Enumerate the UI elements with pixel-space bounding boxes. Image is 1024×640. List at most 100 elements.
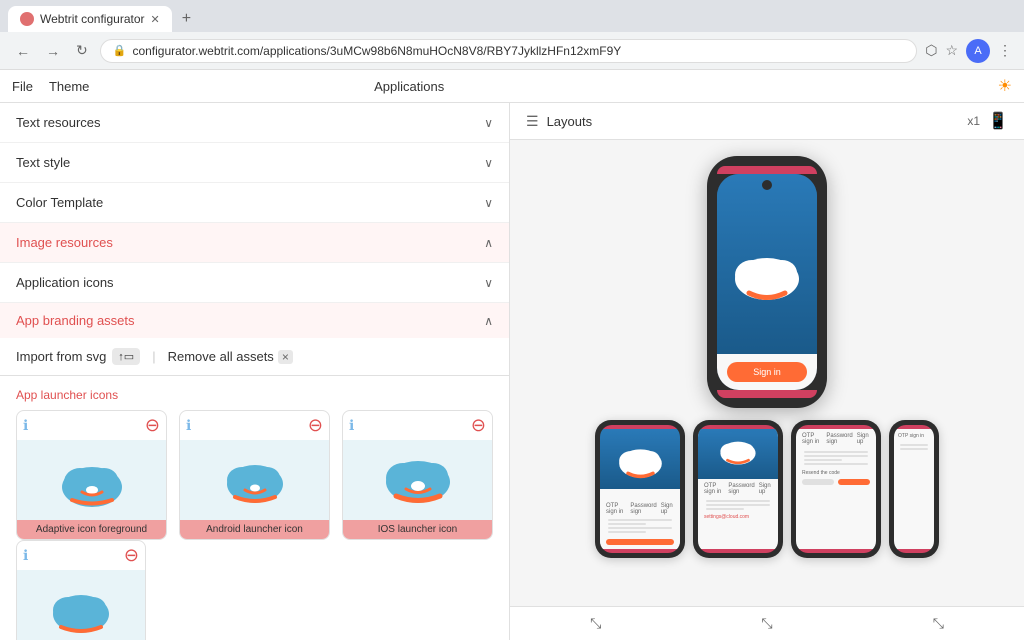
sp1-bottom <box>600 549 680 553</box>
theme-menu[interactable]: Theme <box>49 79 89 94</box>
android-icon-card: ℹ ⊖ Android launcher icon <box>179 410 330 540</box>
adaptive-icon-card: ℹ ⊖ Adaptive icon foreground <box>16 410 167 540</box>
star-icon[interactable]: ☆ <box>945 42 958 59</box>
theme-toggle-button[interactable]: ☀ <box>998 76 1012 96</box>
application-icons-section[interactable]: Application icons ∨ <box>0 263 509 303</box>
app-title: Applications <box>374 79 444 94</box>
phone-border-top <box>717 166 817 174</box>
application-icons-chevron: ∨ <box>484 276 493 290</box>
sp3-tab-password: Password sign <box>826 433 852 445</box>
text-resources-label: Text resources <box>16 115 101 130</box>
android-icon-image <box>180 440 329 520</box>
small-phone-2: OTP sign in Password sign Sign up <box>693 420 783 558</box>
sp1-line1 <box>608 519 672 521</box>
phone-display: Sign in <box>510 140 1024 606</box>
cast-icon[interactable]: ⬡ <box>925 42 937 59</box>
color-template-chevron: ∨ <box>484 196 493 210</box>
app-menubar: File Theme Applications ☀ <box>0 70 1024 103</box>
small-phone-4-inner: OTP sign in <box>894 425 934 553</box>
browser-chrome: Webtrit configurator ✕ + ← → ↻ 🔒 configu… <box>0 0 1024 70</box>
bottom-icons-bar: ⤡ ⤡ ⤡ <box>510 606 1024 640</box>
file-menu[interactable]: File <box>12 79 33 94</box>
main-phone: Sign in <box>707 156 827 408</box>
left-panel: Text resources ∨ Text style ∨ Color Temp… <box>0 103 510 640</box>
lock-icon: 🔒 <box>113 44 127 57</box>
remove-android-button[interactable]: ⊖ <box>308 415 323 436</box>
small-phone-2-inner: OTP sign in Password sign Sign up <box>698 425 778 553</box>
sp4-form <box>898 442 930 452</box>
sp2-line3 <box>706 508 744 510</box>
import-label: Import from svg <box>16 349 106 364</box>
expand-center-icon[interactable]: ⤡ <box>753 611 780 636</box>
user-avatar[interactable]: A <box>966 39 990 63</box>
phone-notch <box>762 180 772 190</box>
url-text: configurator.webtrit.com/applications/3u… <box>132 44 621 58</box>
layouts-icon: ☰ <box>526 113 539 130</box>
sp2-tab-password: Password sign <box>728 483 754 495</box>
remove-x-icon: × <box>278 350 293 364</box>
remove-ios-button[interactable]: ⊖ <box>471 415 486 436</box>
info-button-web[interactable]: ℹ <box>23 547 28 564</box>
sp1-signin-btn <box>606 539 674 545</box>
user-initial: A <box>974 45 981 57</box>
info-button-android[interactable]: ℹ <box>186 417 191 434</box>
application-icons-label: Application icons <box>16 275 114 290</box>
tab-favicon <box>20 12 34 26</box>
text-style-label: Text style <box>16 155 70 170</box>
tab-label: Webtrit configurator <box>40 12 145 26</box>
expand-left-icon[interactable]: ⤡ <box>582 611 609 636</box>
import-svg-button[interactable]: Import from svg ↑▭ <box>16 348 140 365</box>
image-resources-label: Image resources <box>16 235 113 250</box>
tab-close-button[interactable]: ✕ <box>151 13 160 26</box>
separator: | <box>152 349 155 364</box>
app-branding-header[interactable]: App branding assets ∧ <box>0 303 509 338</box>
remove-web-button[interactable]: ⊖ <box>124 545 139 566</box>
text-resources-section[interactable]: Text resources ∨ <box>0 103 509 143</box>
new-tab-button[interactable]: + <box>176 6 197 32</box>
main-content: Text resources ∨ Text style ∨ Color Temp… <box>0 103 1024 640</box>
sp3-form <box>802 449 870 467</box>
reload-button[interactable]: ↻ <box>72 38 92 63</box>
info-button-ios[interactable]: ℹ <box>349 417 354 434</box>
image-resources-chevron: ∧ <box>484 236 493 250</box>
text-style-section[interactable]: Text style ∨ <box>0 143 509 183</box>
sp3-line1 <box>804 451 868 453</box>
device-icon[interactable]: 📱 <box>988 111 1008 131</box>
menu-dots-icon[interactable]: ⋮ <box>998 42 1012 59</box>
card-top-ios: ℹ ⊖ <box>343 411 492 440</box>
small-phone-3-inner: OTP sign in Password sign Sign up <box>796 425 876 553</box>
android-icon-label: Android launcher icon <box>180 520 329 539</box>
remove-all-button[interactable]: Remove all assets × <box>168 349 293 364</box>
sp2-tab-otp: OTP sign in <box>704 483 724 495</box>
sp3-cancel-btn <box>802 479 834 485</box>
sp2-form <box>704 498 772 512</box>
back-button[interactable]: ← <box>12 39 34 63</box>
active-tab[interactable]: Webtrit configurator ✕ <box>8 6 172 32</box>
image-resources-section[interactable]: Image resources ∧ <box>0 223 509 263</box>
sp1-line2 <box>608 523 646 525</box>
url-bar[interactable]: 🔒 configurator.webtrit.com/applications/… <box>100 39 917 63</box>
sp1-tab-signup: Sign up <box>661 503 674 515</box>
small-phone-1-inner: OTP sign in Password sign Sign up <box>600 425 680 553</box>
icon-cards-grid: ℹ ⊖ Adaptive icon foreground <box>0 410 509 540</box>
sp1-line4 <box>608 531 646 533</box>
color-template-section[interactable]: Color Template ∨ <box>0 183 509 223</box>
sp3-confirm-btn <box>838 479 870 485</box>
zoom-level: x1 <box>967 114 980 128</box>
info-button-adaptive[interactable]: ℹ <box>23 417 28 434</box>
ios-icon-image <box>343 440 492 520</box>
expand-right-icon[interactable]: ⤡ <box>925 611 952 636</box>
card-top-web: ℹ ⊖ <box>17 541 145 570</box>
sp3-bottom <box>796 549 876 553</box>
web-icon-image <box>17 570 145 640</box>
phone-signin-button[interactable]: Sign in <box>727 362 807 382</box>
main-phone-screen <box>717 174 817 354</box>
forward-button[interactable]: → <box>42 39 64 63</box>
app-branding-label: App branding assets <box>16 313 135 328</box>
phone-border-bottom <box>717 390 817 398</box>
web-launcher-row: ℹ ⊖ WEB launcher icon <box>0 540 509 640</box>
remove-adaptive-button[interactable]: ⊖ <box>145 415 160 436</box>
sp4-labels: OTP sign in <box>898 433 930 439</box>
sp4-line1 <box>900 444 928 446</box>
sp2-bottom <box>698 549 778 553</box>
